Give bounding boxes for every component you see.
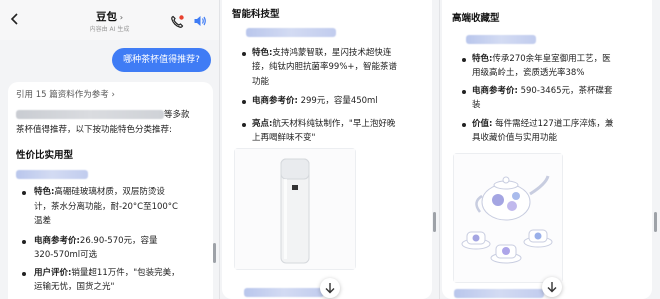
highlight-line-2: 上再喝鲜味不变" — [252, 133, 316, 143]
chevron-right-icon: › — [111, 90, 115, 100]
value-line-2: 具收藏价值与实用功能 — [472, 133, 558, 143]
bullet — [242, 52, 246, 56]
redacted-product-name[interactable] — [454, 289, 544, 298]
intro-line-2: 茶杯值得推荐，以下按功能特色分类推荐: — [16, 125, 172, 135]
bullet — [462, 123, 466, 127]
section-heading-premium: 高端收藏型 — [452, 13, 500, 24]
chat-panel-right: 高端收藏型 特色:传承270余年皇室御用工艺，医 用级高岭土，瓷质透光率38% … — [440, 0, 660, 299]
feature-line-2: 用级高岭土，瓷质透光率38% — [472, 68, 585, 78]
redacted-product-name[interactable] — [244, 288, 324, 297]
scroll-down-button[interactable] — [320, 278, 340, 298]
bullet — [22, 240, 26, 244]
bullet — [22, 272, 26, 276]
redacted-product-name[interactable] — [466, 35, 536, 44]
feature-line-1: 特色:高硼硅玻璃材质，双层防烫设 — [34, 187, 165, 197]
chat-header: 豆包 › 内容由 AI 生成 — [0, 0, 219, 40]
review-line-1: 用户评价:销量超11万件，"包装完美， — [34, 268, 180, 278]
product-link[interactable] — [466, 33, 536, 48]
product-image-teaset[interactable] — [453, 153, 563, 283]
feature-line-2: 计，茶水分离功能，耐-20°C至100°C — [34, 202, 178, 212]
bullet — [242, 123, 246, 127]
chat-panel-left: 豆包 › 内容由 AI 生成 哪种茶杯值得推荐? 引用 15 篇资料作为参考 ›… — [0, 0, 219, 299]
feature-line-1: 特色:支持鸿蒙智联，星闪技术超快连 — [252, 48, 392, 58]
value-line-1: 价值: 每件需经过127道工序淬炼，兼 — [472, 119, 614, 129]
bullet — [462, 58, 466, 62]
section-heading-smart: 智能科技型 — [232, 9, 280, 20]
chat-panel-middle: 智能科技型 特色:支持鸿蒙智联，星闪技术超快连 接，纯钛内胆抗菌率99%+，智能… — [220, 0, 439, 299]
scroll-down-button[interactable] — [542, 277, 562, 297]
feature-line-1: 特色:传承270余年皇室御用工艺，医 — [472, 54, 611, 64]
chat-title[interactable]: 豆包 › — [0, 9, 219, 24]
scrollbar-thumb[interactable] — [433, 212, 436, 232]
scroll-down-icon — [547, 282, 557, 293]
feature-line-3: 功能 — [252, 77, 270, 87]
bullet — [242, 100, 246, 104]
highlight-line-1: 亮点:航天材料纯钛制作，"早上泡好晚 — [252, 119, 396, 129]
scrollbar-thumb[interactable] — [213, 243, 216, 263]
product-image-thermos[interactable] — [234, 148, 356, 270]
feature-line-2: 接，纯钛内胆抗菌率99%+，智能茶谱 — [252, 62, 398, 72]
price-line-1: 电商参考价: 590-3465元，茶杯碟套 — [472, 86, 613, 96]
phone-call-icon[interactable] — [170, 14, 184, 33]
price-line-2: 装 — [472, 100, 481, 110]
feature-line-3: 温差 — [34, 216, 52, 226]
price-line-2: 320-570ml可选 — [34, 250, 98, 260]
speaker-icon[interactable] — [193, 13, 207, 32]
price-line: 电商参考价: 299元，容量450ml — [252, 96, 378, 106]
section-heading-value: 性价比实用型 — [16, 150, 74, 161]
redacted-product-name[interactable] — [246, 28, 336, 37]
redacted-text — [16, 110, 164, 119]
intro-line-1: 等多款 — [16, 108, 190, 123]
next-product-link[interactable] — [244, 286, 324, 299]
user-message-bubble[interactable]: 哪种茶杯值得推荐? — [112, 48, 211, 72]
bullet — [462, 90, 466, 94]
citation-link[interactable]: 引用 15 篇资料作为参考 › — [16, 88, 115, 100]
bullet — [22, 191, 26, 195]
redacted-product-name[interactable] — [16, 170, 88, 179]
product-link[interactable] — [246, 26, 336, 41]
chat-subtitle: 内容由 AI 生成 — [89, 26, 130, 33]
scroll-down-icon — [325, 283, 335, 294]
product-link[interactable] — [16, 168, 88, 183]
next-product-link[interactable] — [454, 287, 544, 299]
scrollbar-thumb[interactable] — [654, 212, 657, 232]
price-line-1: 电商参考价:26.90-570元，容量 — [34, 236, 158, 246]
review-line-2: 运输无忧，国货之光" — [34, 282, 115, 292]
